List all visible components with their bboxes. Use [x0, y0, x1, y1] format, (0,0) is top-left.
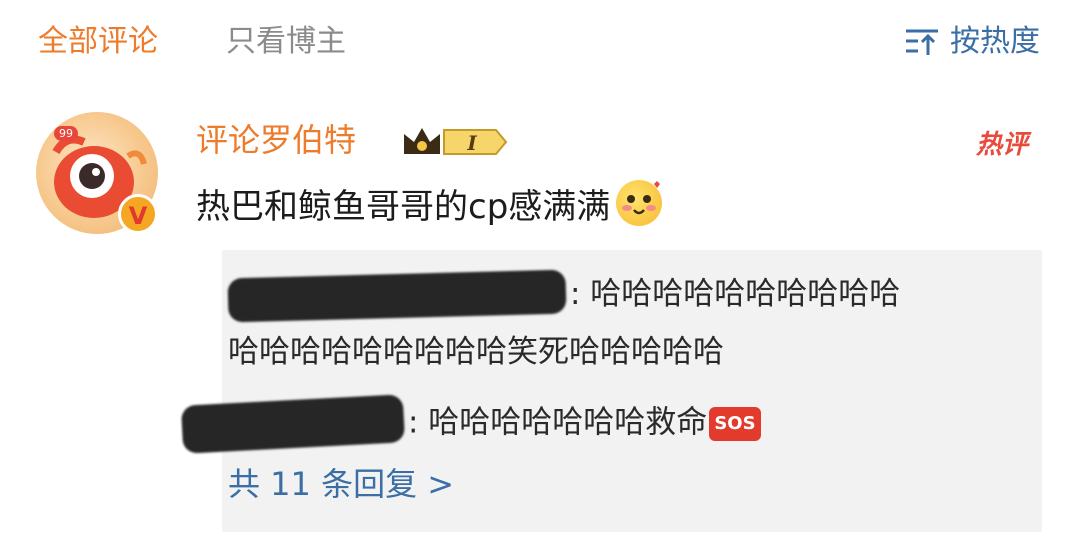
- reply-text: 哈哈哈哈哈哈哈哈哈哈: [580, 276, 901, 312]
- replies-preview[interactable]: : 哈哈哈哈哈哈哈哈哈哈 哈哈哈哈哈哈哈哈哈笑死哈哈哈哈哈 : 哈哈哈哈哈哈哈救…: [180, 250, 1042, 532]
- reply-colon: :: [408, 404, 419, 441]
- sort-icon: [906, 29, 938, 55]
- reply-colon: :: [570, 276, 581, 312]
- tab-all-comments[interactable]: 全部评论: [38, 22, 158, 62]
- sort-label: 按热度: [950, 24, 1040, 59]
- hot-comment-badge: 热评: [975, 130, 1028, 160]
- comment-text: 热巴和鲸鱼哥哥的cp感满满: [196, 187, 611, 227]
- sort-by-hot-button[interactable]: 按热度: [904, 22, 1040, 62]
- reply-text: 哈哈哈哈哈哈哈救命: [418, 404, 708, 441]
- view-all-replies-link[interactable]: 共 11 条回复 >: [228, 462, 454, 506]
- username[interactable]: 评论罗伯特: [196, 118, 356, 162]
- avatar-badge: 99: [54, 126, 78, 141]
- reply-item: : 哈哈哈哈哈哈哈救命 SOS: [180, 394, 761, 454]
- level-badge-text: I: [466, 131, 477, 155]
- sos-icon: SOS: [709, 406, 761, 441]
- tab-blogger-only[interactable]: 只看博主: [226, 22, 346, 62]
- redacted-username: [180, 394, 406, 454]
- redacted-username: [227, 269, 567, 322]
- blushing-face-icon: [616, 180, 663, 226]
- reply-text-continued: 哈哈哈哈哈哈哈哈哈笑死哈哈哈哈哈: [228, 334, 724, 370]
- comment-body: 热巴和鲸鱼哥哥的cp感满满: [196, 180, 663, 232]
- reply-item: : 哈哈哈哈哈哈哈哈哈哈: [227, 269, 901, 322]
- comment-tabs-bar: 全部评论 只看博主 按热度: [0, 0, 1080, 84]
- verified-icon: V: [118, 194, 158, 234]
- avatar[interactable]: 99 V: [36, 112, 158, 234]
- crown-level-badge-icon: I: [404, 128, 508, 155]
